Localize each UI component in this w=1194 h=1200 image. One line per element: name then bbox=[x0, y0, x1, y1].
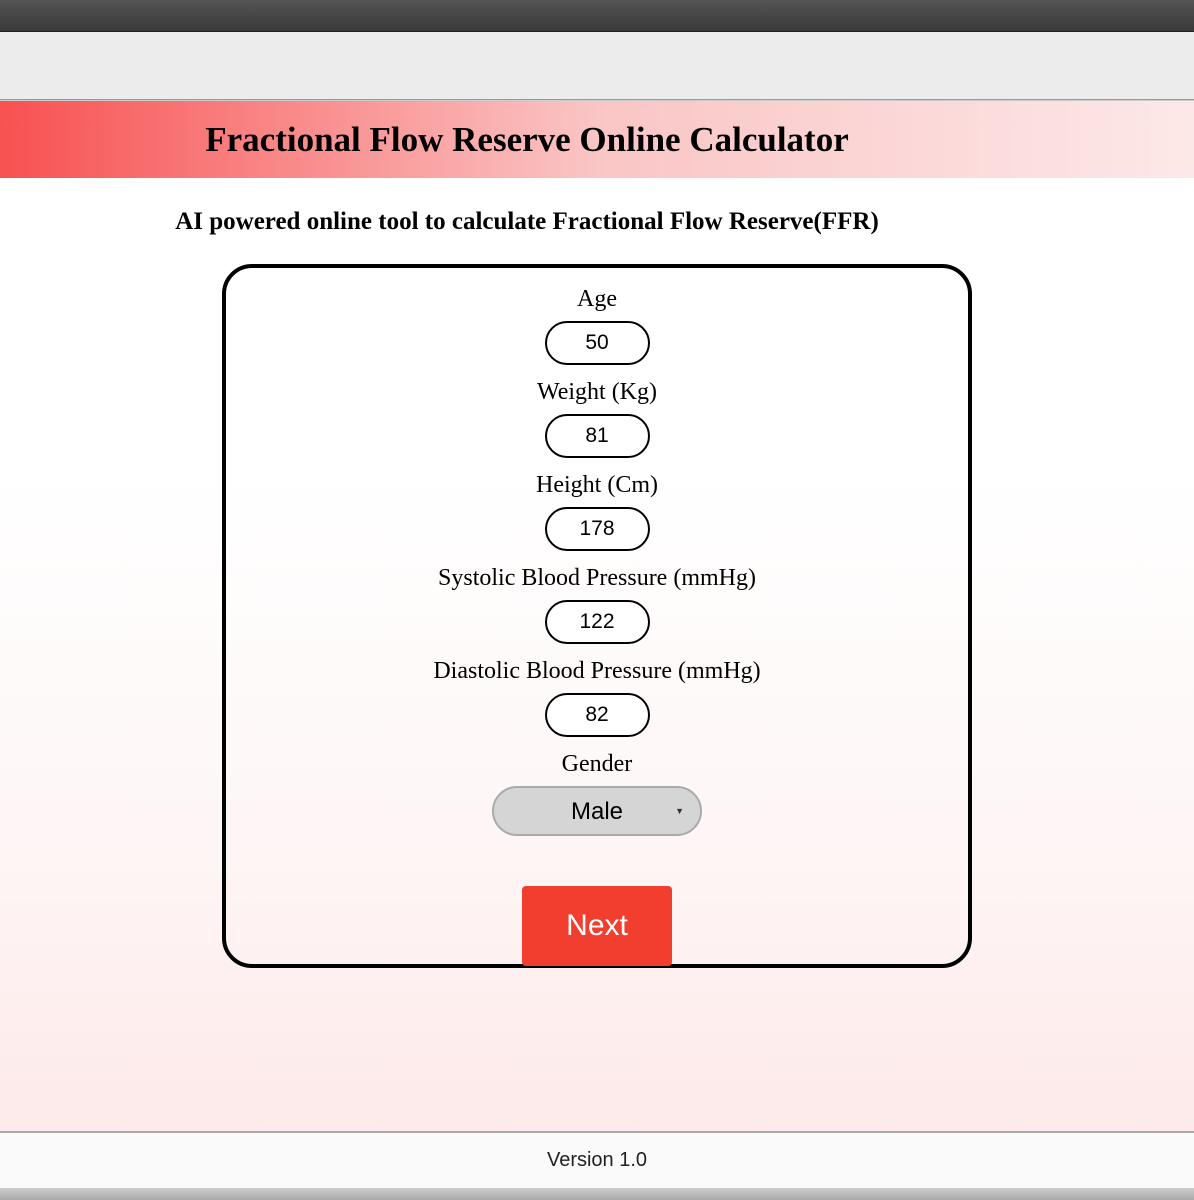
form-container: Age Weight (Kg) Height (Cm) Systolic Blo… bbox=[222, 264, 972, 968]
diastolic-input[interactable] bbox=[545, 693, 650, 737]
browser-top-bar bbox=[0, 0, 1194, 32]
page-footer: Version 1.0 bbox=[0, 1131, 1194, 1188]
weight-input[interactable] bbox=[545, 414, 650, 458]
browser-bottom-bar bbox=[0, 1188, 1194, 1200]
diastolic-label: Diastolic Blood Pressure (mmHg) bbox=[433, 658, 760, 685]
page-title: Fractional Flow Reserve Online Calculato… bbox=[205, 120, 848, 160]
page-header: Fractional Flow Reserve Online Calculato… bbox=[0, 100, 1194, 178]
page-subtitle: AI powered online tool to calculate Frac… bbox=[175, 208, 879, 236]
browser-toolbar-spacer bbox=[0, 32, 1194, 100]
gender-select[interactable]: Male bbox=[492, 786, 702, 836]
age-label: Age bbox=[577, 286, 617, 313]
weight-label: Weight (Kg) bbox=[537, 379, 657, 406]
next-button[interactable]: Next bbox=[522, 886, 672, 966]
age-input[interactable] bbox=[545, 321, 650, 365]
gender-label: Gender bbox=[562, 751, 633, 778]
page-content: AI powered online tool to calculate Frac… bbox=[0, 178, 1194, 1158]
version-text: Version 1.0 bbox=[547, 1149, 647, 1171]
height-label: Height (Cm) bbox=[536, 472, 658, 499]
systolic-input[interactable] bbox=[545, 600, 650, 644]
height-input[interactable] bbox=[545, 507, 650, 551]
systolic-label: Systolic Blood Pressure (mmHg) bbox=[438, 565, 756, 592]
